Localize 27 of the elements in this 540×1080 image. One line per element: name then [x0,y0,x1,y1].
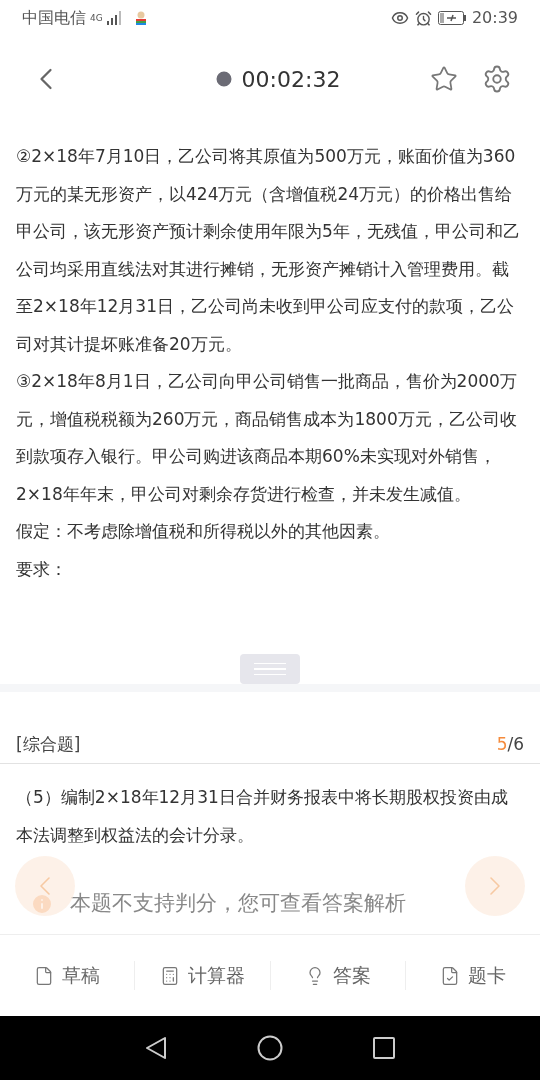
toolbar-button[interactable]: 答案 [304,961,371,990]
battery-icon [437,11,466,25]
passage-paragraph: 要求： [16,557,68,581]
recents-nav-icon[interactable] [373,1037,395,1059]
question-text: （5）编制2×18年12月31日合并财务报表中将长期股权投资由成本法调整到权益法的会计分录。 [15,786,509,847]
alarm-icon [414,9,432,27]
passage-paragraph: ③2×18年8月1日，乙公司向甲公司销售一批商品，售价为2000万元，增值税税额为260万元，商品销售成本为1800万元，乙公司收到款项存入银行。甲公司购进该商品本期60%未实现对外销售，2×18年年末，甲公司对剩余存货进行检查，并未发生减值。 [16,370,518,506]
carrier-name: 中国电信 [22,7,86,29]
signal-icon [106,11,123,25]
elapsed-timer: 00:02:32 [241,65,341,94]
back-nav-icon[interactable] [145,1036,167,1060]
passage-paragraph: ②2×18年7月10日，乙公司将其原值为500万元，账面价值为360万元的某无形资产，以424万元（含增值税24万元）的价格出售给甲公司，该无形资产预计剩余使用年限为5年，无残值，甲公司和乙公司均采用直线法对其进行摊销，无形资产摊销计入管理费用。截至2×18年12月31日，乙公司尚未收到甲公司应支付的款项，乙公司对其计提坏账准备20万元。 [16,145,521,356]
toolbar-button[interactable]: 题卡 [439,961,506,990]
clock-time: 20:39 [471,7,518,29]
toolbar-button[interactable]: 计算器 [159,961,245,990]
notice-text: 本题不支持判分，您可查看答案解析 [70,890,406,917]
network-type: 4G [90,14,103,23]
eye-icon [390,9,409,27]
favorite-button[interactable] [430,65,458,93]
home-nav-icon[interactable] [257,1035,283,1061]
settings-button[interactable] [482,64,512,94]
avatar-icon [134,11,147,25]
drag-handle[interactable] [240,654,300,684]
passage-paragraph: 假定：不考虑除增值税和所得税以外的其他因素。 [16,520,391,543]
toolbar-button[interactable]: 草稿 [34,961,101,990]
question-type: [综合题] [16,732,81,756]
question-counter: 5/6 [496,732,524,756]
